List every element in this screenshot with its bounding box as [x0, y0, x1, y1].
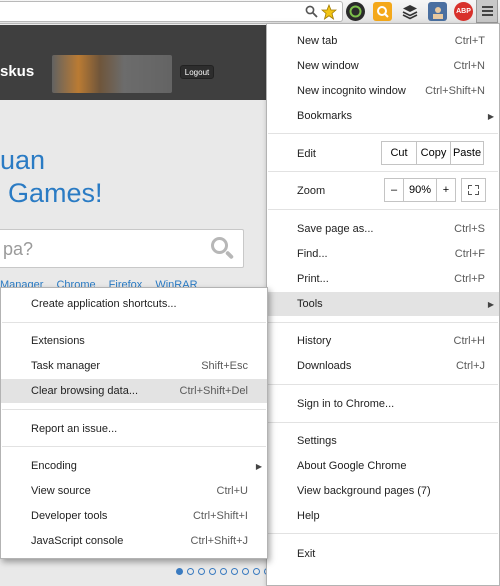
menu-divider: [2, 409, 266, 410]
search-icon[interactable]: [209, 235, 235, 261]
chrome-main-menu: New tab Ctrl+T New window Ctrl+N New inc…: [266, 23, 500, 586]
menu-divider: [2, 322, 266, 323]
omnibox[interactable]: [0, 1, 343, 22]
menu-item-downloads[interactable]: Downloads Ctrl+J: [267, 355, 499, 377]
menu-item-clear-browsing-data[interactable]: Clear browsing data... Ctrl+Shift+Del: [1, 379, 267, 403]
zoom-level: 90%: [403, 178, 437, 202]
fullscreen-button[interactable]: [461, 178, 486, 202]
carousel-dot[interactable]: [253, 568, 260, 575]
menu-item-tools[interactable]: Tools ▶: [267, 292, 499, 316]
circle-extension-icon[interactable]: [346, 2, 365, 21]
menu-item-save-page[interactable]: Save page as... Ctrl+S: [267, 218, 499, 240]
menu-item-developer-tools[interactable]: Developer tools Ctrl+Shift+I: [1, 505, 267, 527]
zoom-out-button[interactable]: –: [384, 178, 404, 202]
zoom-controls: – 90% +: [384, 178, 456, 202]
menu-item-bookmarks[interactable]: Bookmarks ▶: [267, 105, 499, 127]
menu-divider: [268, 422, 498, 423]
zoom-in-button[interactable]: +: [436, 178, 456, 202]
menu-item-help[interactable]: Help: [267, 505, 499, 527]
chevron-right-icon: ▶: [487, 111, 494, 121]
menu-item-sign-in[interactable]: Sign in to Chrome...: [267, 393, 499, 415]
adblock-plus-icon[interactable]: ABP: [454, 2, 473, 21]
carousel-dot[interactable]: [220, 568, 227, 575]
chevron-right-icon: ▶: [255, 461, 262, 471]
menu-divider: [268, 384, 498, 385]
copy-button[interactable]: Copy: [416, 141, 451, 165]
site-search-input[interactable]: pa?: [0, 229, 244, 268]
paste-button[interactable]: Paste: [450, 141, 484, 165]
menu-item-task-manager[interactable]: Task manager Shift+Esc: [1, 355, 267, 377]
menu-item-settings[interactable]: Settings: [267, 430, 499, 452]
logout-button[interactable]: Logout: [180, 65, 214, 79]
carousel-dot[interactable]: [187, 568, 194, 575]
layers-icon[interactable]: [400, 2, 419, 21]
menu-item-find[interactable]: Find... Ctrl+F: [267, 243, 499, 265]
edit-button-group: Cut Copy Paste: [381, 141, 484, 165]
carousel-dot[interactable]: [242, 568, 249, 575]
browser-toolbar: ABP: [0, 0, 500, 24]
q-extension-icon[interactable]: [373, 2, 392, 21]
menu-item-new-tab[interactable]: New tab Ctrl+T: [267, 30, 499, 52]
menu-item-about-chrome[interactable]: About Google Chrome: [267, 455, 499, 477]
chrome-menu-button[interactable]: [476, 0, 498, 23]
menu-divider: [268, 171, 498, 172]
magnifier-icon[interactable]: [303, 3, 320, 20]
menu-divider: [268, 209, 498, 210]
tools-submenu: Create application shortcuts... Extensio…: [0, 287, 268, 559]
carousel-dot[interactable]: [209, 568, 216, 575]
carousel-dot[interactable]: [176, 568, 183, 575]
menu-divider: [268, 322, 498, 323]
menu-item-new-incognito-window[interactable]: New incognito window Ctrl+Shift+N: [267, 80, 499, 102]
search-placeholder: pa?: [3, 239, 34, 259]
menu-item-print[interactable]: Print... Ctrl+P: [267, 268, 499, 290]
menu-item-extensions[interactable]: Extensions: [1, 330, 267, 352]
carousel-dot[interactable]: [231, 568, 238, 575]
menu-item-javascript-console[interactable]: JavaScript console Ctrl+Shift+J: [1, 530, 267, 552]
hero-title-line2: Games!: [8, 178, 103, 208]
menu-item-new-window[interactable]: New window Ctrl+N: [267, 55, 499, 77]
menu-item-report-issue[interactable]: Report an issue...: [1, 418, 267, 440]
avatar-extension-icon[interactable]: [428, 2, 447, 21]
cut-button[interactable]: Cut: [381, 141, 417, 165]
avatar: [52, 55, 172, 93]
menu-item-view-background-pages[interactable]: View background pages (7): [267, 480, 499, 502]
menu-icon: [481, 6, 493, 8]
site-brand: skus: [0, 63, 35, 80]
menu-item-create-app-shortcuts[interactable]: Create application shortcuts...: [1, 293, 267, 315]
carousel-dot[interactable]: [198, 568, 205, 575]
star-icon[interactable]: [320, 3, 337, 20]
menu-divider: [268, 133, 498, 134]
menu-item-history[interactable]: History Ctrl+H: [267, 330, 499, 352]
chevron-right-icon: ▶: [487, 299, 494, 309]
hero-title-line1: uan: [0, 145, 46, 175]
menu-divider: [2, 446, 266, 447]
menu-divider: [268, 533, 498, 534]
menu-item-view-source[interactable]: View source Ctrl+U: [1, 480, 267, 502]
menu-item-exit[interactable]: Exit: [267, 543, 499, 565]
menu-item-encoding[interactable]: Encoding ▶: [1, 455, 267, 477]
